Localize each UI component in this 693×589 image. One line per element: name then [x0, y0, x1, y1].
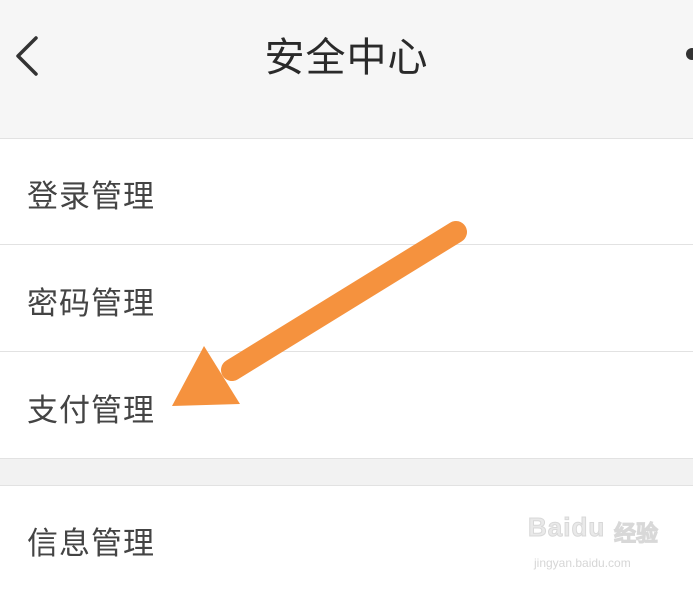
- menu-item-label: 支付管理: [27, 393, 155, 429]
- menu-item-password-management[interactable]: 密码管理: [0, 245, 693, 351]
- watermark-url: jingyan.baidu.com: [534, 556, 631, 570]
- menu-item-label: 密码管理: [27, 286, 155, 322]
- watermark-brand: Baidu: [527, 512, 606, 543]
- more-button[interactable]: [685, 44, 693, 64]
- menu-item-label: 信息管理: [27, 526, 155, 562]
- nav-bar: 安全中心: [0, 0, 693, 139]
- more-icon: [686, 48, 693, 60]
- menu-item-payment-management[interactable]: 支付管理: [0, 352, 693, 458]
- menu-item-login-management[interactable]: 登录管理: [0, 140, 693, 244]
- baidu-jingyan-watermark: Baidu 经验 jingyan.baidu.com: [527, 512, 693, 582]
- page-title: 安全中心: [264, 35, 429, 81]
- security-center-screen: 安全中心 登录管理 密码管理 支付管理 信息管理 Baidu 经验 jingya…: [0, 0, 693, 589]
- watermark-cn: 经验: [613, 522, 659, 548]
- section-gap: [0, 458, 693, 486]
- menu-item-label: 登录管理: [27, 179, 155, 215]
